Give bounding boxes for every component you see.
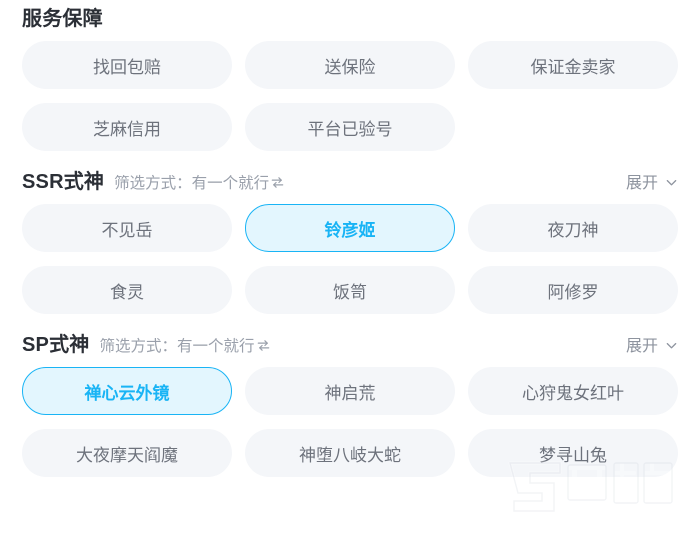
tag-row: 食灵 饭笥 阿修罗	[22, 266, 678, 314]
expand-label: 展开	[625, 338, 658, 355]
expand-label: 展开	[625, 175, 658, 192]
section-header-sp-shikigami: SP式神 筛选方式：有一个就行 展开	[22, 328, 678, 364]
tag-row: 芝麻信用 平台已验号	[22, 103, 678, 151]
filter-tag[interactable]: 饭笥	[245, 266, 455, 314]
tag-row: 不见岳 铃彦姬 夜刀神	[22, 204, 678, 252]
filter-mode-label: 筛选方式：有一个就行	[114, 175, 270, 192]
filter-tag[interactable]: 芝麻信用	[22, 103, 232, 151]
swap-icon	[256, 338, 271, 353]
filter-tag[interactable]: 平台已验号	[245, 103, 455, 151]
filter-tag[interactable]: 神启荒	[245, 367, 455, 415]
filter-tag[interactable]: 心狩鬼女红叶	[468, 367, 678, 415]
filter-tag[interactable]: 找回包赔	[22, 41, 232, 89]
section-header-service-guarantee: 服务保障	[22, 0, 678, 38]
section-title: 服务保障	[22, 8, 103, 30]
filter-tag[interactable]: 大夜摩天阎魔	[22, 429, 232, 477]
expand-toggle-ssr[interactable]: 展开	[626, 169, 678, 193]
filter-tag[interactable]: 梦寻山兔	[468, 429, 678, 477]
filter-tag[interactable]: 神堕八岐大蛇	[245, 429, 455, 477]
tag-row: 大夜摩天阎魔 神堕八岐大蛇 梦寻山兔	[22, 429, 678, 477]
filter-tag[interactable]: 送保险	[245, 41, 455, 89]
filter-mode-label: 筛选方式：有一个就行	[99, 338, 255, 355]
tag-group-ssr-shikigami: 不见岳 铃彦姬 夜刀神 食灵 饭笥 阿修罗	[22, 201, 678, 314]
tag-row: 禅心云外镜 神启荒 心狩鬼女红叶	[22, 367, 678, 415]
filter-tag[interactable]: 不见岳	[22, 204, 232, 252]
chevron-down-icon	[665, 339, 678, 352]
tag-group-service-guarantee: 找回包赔 送保险 保证金卖家 芝麻信用 平台已验号	[22, 38, 678, 151]
filter-tag[interactable]: 食灵	[22, 266, 232, 314]
tag-group-sp-shikigami: 禅心云外镜 神启荒 心狩鬼女红叶 大夜摩天阎魔 神堕八岐大蛇 梦寻山兔	[22, 364, 678, 477]
filter-panel: 服务保障 找回包赔 送保险 保证金卖家 芝麻信用 平台已验号 SSR式神 筛选方…	[0, 0, 700, 553]
filter-tag[interactable]: 阿修罗	[468, 266, 678, 314]
filter-mode-toggle[interactable]: 筛选方式：有一个就行	[99, 334, 270, 356]
filter-mode-toggle[interactable]: 筛选方式：有一个就行	[114, 171, 285, 193]
section-header-ssr-shikigami: SSR式神 筛选方式：有一个就行 展开	[22, 165, 678, 201]
section-title: SSR式神	[22, 171, 105, 193]
chevron-down-icon	[665, 176, 678, 189]
tag-row: 找回包赔 送保险 保证金卖家	[22, 41, 678, 89]
filter-tag-selected[interactable]: 铃彦姬	[245, 204, 455, 252]
filter-tag[interactable]: 夜刀神	[468, 204, 678, 252]
swap-icon	[270, 175, 285, 190]
filter-tag[interactable]: 保证金卖家	[468, 41, 678, 89]
expand-toggle-sp[interactable]: 展开	[626, 332, 678, 356]
filter-tag-selected[interactable]: 禅心云外镜	[22, 367, 232, 415]
section-title: SP式神	[22, 334, 90, 356]
